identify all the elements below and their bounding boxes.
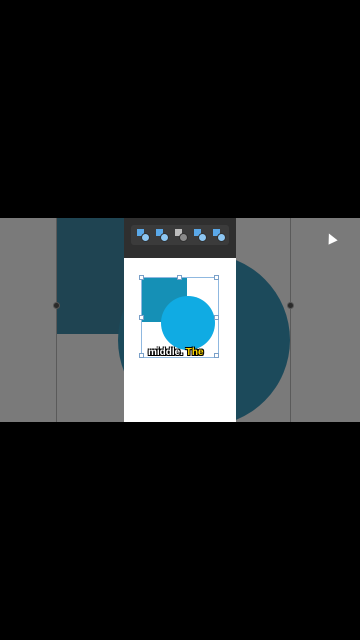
caption-highlight-word: The xyxy=(185,347,204,358)
send-backward-button[interactable] xyxy=(194,229,207,242)
resize-handle[interactable] xyxy=(214,353,219,358)
bring-forward-button[interactable] xyxy=(175,229,188,242)
arrange-toolbar xyxy=(124,218,338,258)
send-to-back-button[interactable] xyxy=(156,229,169,242)
resize-handle[interactable] xyxy=(214,315,219,320)
background-square-shape xyxy=(56,218,124,334)
background-handle xyxy=(287,302,294,309)
toolbar-button-group xyxy=(131,225,229,245)
arrange-button[interactable] xyxy=(213,229,226,242)
bring-to-front-button[interactable] xyxy=(137,229,150,242)
resize-handle[interactable] xyxy=(214,275,219,280)
resize-handle[interactable] xyxy=(139,315,144,320)
background-blurred-text xyxy=(82,408,282,422)
selection-box xyxy=(139,275,219,358)
resize-handle[interactable] xyxy=(177,275,182,280)
subtitle-caption: middle. The xyxy=(148,347,204,358)
background-handle xyxy=(53,302,60,309)
background-guide-line xyxy=(56,218,57,422)
caption-text: middle. xyxy=(148,347,184,358)
artboard-canvas[interactable]: middle. The xyxy=(124,258,236,422)
resize-handle[interactable] xyxy=(139,275,144,280)
video-frame: middle. The xyxy=(0,218,360,422)
resize-handle[interactable] xyxy=(139,353,144,358)
background-guide-line xyxy=(290,218,291,422)
mouse-cursor-icon xyxy=(324,231,338,245)
